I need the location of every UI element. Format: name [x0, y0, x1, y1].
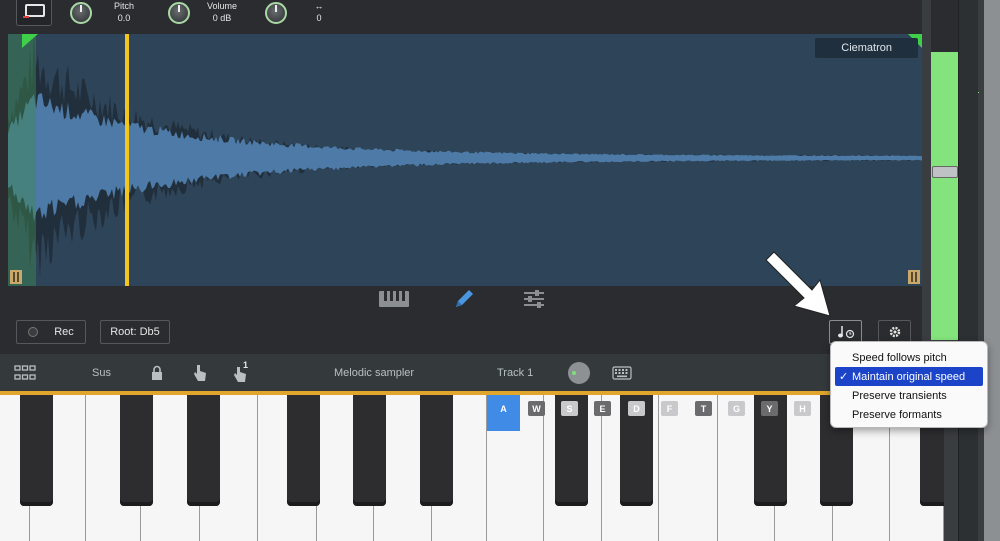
menu-option-label: Preserve transients	[852, 389, 947, 402]
key-label-d: D	[628, 401, 645, 416]
track-name[interactable]: Track 1	[497, 354, 533, 392]
window-edge	[984, 0, 1000, 541]
black-key[interactable]	[120, 395, 153, 506]
gain-fader-handle[interactable]	[932, 166, 958, 178]
latch-badge: 1	[243, 360, 249, 370]
volume-value: 0 dB	[212, 13, 232, 23]
pan-knob[interactable]	[265, 2, 287, 24]
gear-icon	[889, 326, 900, 338]
instrument-name[interactable]: Melodic sampler	[334, 354, 414, 392]
record-button[interactable]: Rec	[16, 320, 86, 344]
sample-name-label[interactable]: Ciematron	[815, 38, 918, 58]
pencil-icon[interactable]	[451, 288, 477, 310]
loop-button[interactable]	[16, 0, 52, 26]
start-handle	[10, 270, 22, 284]
volume-knob[interactable]	[168, 2, 190, 24]
pitch-value: 0.0	[117, 13, 131, 23]
volume-readout: Volume 0 dB	[196, 0, 248, 24]
key-label-e: E	[594, 401, 611, 416]
pitch-knob[interactable]	[70, 2, 92, 24]
black-key[interactable]	[187, 395, 220, 506]
root-note-button[interactable]: Root: Db5	[100, 320, 170, 344]
key-label-h: H	[794, 401, 811, 416]
sustain-toggle[interactable]: Sus	[92, 354, 111, 392]
meter-level	[931, 52, 959, 340]
black-key[interactable]	[420, 395, 453, 506]
keyboard-toolbar: Sus 1 Melodic sampler Track 1	[0, 354, 930, 392]
key-label-t: T	[695, 401, 712, 416]
callout-arrow	[765, 251, 831, 317]
pitch-label: Pitch	[113, 1, 134, 11]
sliders-icon[interactable]	[521, 288, 547, 310]
piano-keys-icon[interactable]	[377, 288, 411, 310]
menu-option[interactable]: Preserve formants	[835, 405, 983, 424]
lock-icon[interactable]	[150, 354, 164, 392]
waveform-graphic	[8, 34, 922, 286]
menu-option[interactable]: Preserve transients	[835, 386, 983, 405]
key-label-s: S	[561, 401, 578, 416]
playhead	[125, 34, 129, 286]
record-label: Rec	[54, 326, 74, 338]
key-label-y: Y	[761, 401, 778, 416]
menu-option-label: Speed follows pitch	[852, 351, 947, 364]
time-stretch-menu[interactable]: Speed follows pitch ✓ Maintain original sp…	[830, 341, 988, 428]
latch-hand-icon[interactable]: 1	[232, 354, 248, 392]
black-key[interactable]	[287, 395, 320, 506]
pan-readout: ↔ 0	[304, 0, 334, 24]
pan-value: 0	[316, 13, 322, 23]
waveform-display[interactable]: Ciematron	[8, 34, 922, 286]
pitch-readout: Pitch 0.0	[104, 0, 144, 24]
key-label-w: W	[528, 401, 545, 416]
volume-label: Volume	[206, 1, 238, 11]
note-clock-icon	[837, 326, 854, 339]
black-key[interactable]	[353, 395, 386, 506]
record-dot-icon	[28, 327, 39, 337]
sampler-window: Pitch 0.0 Volume 0 dB ↔ 0 Ciematron Rec …	[0, 0, 1000, 541]
end-handle	[908, 270, 920, 284]
piano-keyboard[interactable]: AWSEDFTGYH	[0, 395, 944, 541]
computer-keyboard-icon[interactable]	[612, 354, 632, 392]
checkmark-icon: ✓	[839, 371, 849, 383]
key-label-a: A	[500, 403, 507, 414]
top-parameter-bar: Pitch 0.0 Volume 0 dB ↔ 0	[0, 0, 930, 34]
menu-option[interactable]: ✓ Maintain original speed	[835, 367, 983, 386]
menu-option-label: Maintain original speed	[852, 370, 966, 383]
meter-rail	[958, 0, 978, 541]
waveform-body	[8, 93, 922, 223]
root-note-label: Root: Db5	[110, 326, 160, 338]
grid-menu-icon[interactable]	[14, 354, 36, 392]
black-key[interactable]	[20, 395, 53, 506]
key-label-f: F	[661, 401, 678, 416]
key-label-g: G	[728, 401, 745, 416]
menu-option[interactable]: Speed follows pitch	[835, 348, 983, 367]
track-color-knob[interactable]	[568, 354, 590, 392]
white-key[interactable]	[659, 395, 718, 541]
loop-icon	[23, 4, 45, 18]
touch-hand-icon[interactable]	[192, 354, 208, 392]
pan-label: ↔	[314, 1, 324, 11]
fade-in-region	[8, 34, 36, 286]
menu-option-label: Preserve formants	[852, 408, 942, 421]
